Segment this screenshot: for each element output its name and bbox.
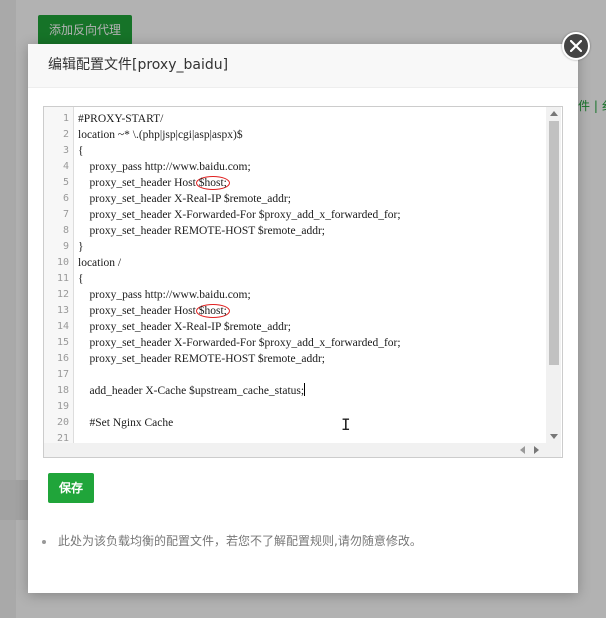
dialog-title: 编辑配置文件[proxy_baidu] — [48, 57, 229, 73]
line-number: 2 — [62, 129, 69, 140]
vertical-scroll-thumb[interactable] — [549, 121, 559, 365]
line-number: 14 — [56, 321, 69, 332]
code-text: proxy_set_header X-Real-IP $remote_addr; — [78, 193, 291, 205]
line-number: 3 — [62, 145, 69, 156]
code-text: proxy_pass http://www.baidu.com; — [78, 289, 251, 301]
code-line[interactable]: proxy_set_header Host $host; — [78, 303, 230, 319]
host-variable-highlight: $host; — [195, 176, 230, 190]
code-text: location / — [78, 257, 122, 269]
line-number: 7 — [62, 209, 69, 220]
vertical-scrollbar[interactable] — [546, 107, 561, 443]
line-number: 6 — [62, 193, 69, 204]
code-line[interactable]: { — [78, 271, 84, 287]
tip-text: 此处为该负载均衡的配置文件，若您不了解配置规则,请勿随意修改。 — [58, 534, 422, 548]
line-number-gutter: 1 2 3 4 5 6 7 8 9 10 11 12 13 14 15 16 17 18 19 20 21 — [44, 107, 74, 444]
line-number: 1 — [62, 113, 69, 124]
code-text: proxy_set_header X-Forwarded-For $proxy_… — [78, 337, 401, 349]
code-line[interactable]: add_header X-Cache $upstream_cache_statu… — [78, 383, 306, 399]
code-line[interactable]: proxy_set_header REMOTE-HOST $remote_add… — [78, 351, 325, 367]
code-line[interactable]: #PROXY-START/ — [78, 111, 163, 127]
code-editor[interactable]: 1 2 3 4 5 6 7 8 9 10 11 12 13 14 15 16 17 18 19 20 21 #PROXY… — [43, 106, 563, 458]
code-text: location ~* \.(php|jsp|cgi|asp|aspx)$ — [78, 129, 243, 141]
scroll-left-icon[interactable] — [520, 446, 525, 454]
line-number: 10 — [56, 257, 69, 268]
scroll-right-icon[interactable] — [534, 446, 539, 454]
code-text: { — [78, 145, 84, 157]
code-line[interactable]: proxy_set_header X-Real-IP $remote_addr; — [78, 319, 291, 335]
bullet-icon — [42, 539, 46, 544]
code-text: proxy_set_header REMOTE-HOST $remote_add… — [78, 353, 325, 365]
scroll-down-icon[interactable] — [550, 434, 558, 439]
code-line[interactable]: proxy_pass http://www.baidu.com; — [78, 159, 251, 175]
code-text: { — [78, 273, 84, 285]
code-line[interactable]: location ~* \.(php|jsp|cgi|asp|aspx)$ — [78, 127, 243, 143]
code-line[interactable]: { — [78, 143, 84, 159]
code-line[interactable]: location / — [78, 255, 121, 271]
line-number: 8 — [62, 225, 69, 236]
code-line[interactable]: proxy_set_header X-Forwarded-For $proxy_… — [78, 207, 401, 223]
line-number: 15 — [56, 337, 69, 348]
text-cursor-icon: I — [341, 415, 351, 434]
code-text: proxy_pass http://www.baidu.com; — [78, 161, 251, 173]
line-number: 18 — [56, 385, 69, 396]
save-button[interactable]: 保存 — [48, 473, 94, 503]
config-warning-tip: 此处为该负载均衡的配置文件，若您不了解配置规则,请勿随意修改。 — [42, 532, 422, 549]
line-number: 20 — [56, 417, 69, 428]
code-text: proxy_set_header X-Real-IP $remote_addr; — [78, 321, 291, 333]
code-text: proxy_set_header REMOTE-HOST $remote_add… — [78, 225, 325, 237]
line-number: 16 — [56, 353, 69, 364]
close-dialog-button[interactable] — [562, 32, 590, 60]
code-text: proxy_set_header X-Forwarded-For $proxy_… — [78, 209, 401, 221]
line-number: 17 — [56, 369, 69, 380]
line-number: 5 — [62, 177, 69, 188]
line-number: 9 — [62, 241, 69, 252]
dialog-header: 编辑配置文件[proxy_baidu] — [28, 44, 578, 88]
line-number: 19 — [56, 401, 69, 412]
code-line[interactable]: proxy_set_header X-Forwarded-For $proxy_… — [78, 335, 401, 351]
scroll-up-icon[interactable] — [550, 111, 558, 116]
code-line[interactable]: proxy_set_header X-Real-IP $remote_addr; — [78, 191, 291, 207]
code-text: proxy_set_header Host — [78, 305, 199, 317]
code-line[interactable]: proxy_pass http://www.baidu.com; — [78, 287, 251, 303]
edit-config-dialog: 编辑配置文件[proxy_baidu] 1 2 3 4 5 6 7 8 9 10 11 12 13 14 1… — [28, 44, 578, 593]
code-text: proxy_set_header Host — [78, 177, 199, 189]
host-variable-highlight: $host; — [195, 304, 230, 318]
code-line[interactable]: proxy_set_header REMOTE-HOST $remote_add… — [78, 223, 325, 239]
code-content[interactable]: #PROXY-START/location ~* \.(php|jsp|cgi|… — [78, 107, 544, 443]
code-text: } — [78, 241, 84, 253]
code-text: #PROXY-START/ — [78, 113, 164, 125]
code-line[interactable]: } — [78, 239, 84, 255]
line-number: 11 — [56, 273, 69, 284]
code-line[interactable]: proxy_set_header Host $host; — [78, 175, 230, 191]
code-text: #Set Nginx Cache — [78, 417, 174, 429]
code-text: add_header X-Cache $upstream_cache_statu… — [78, 385, 305, 397]
close-icon — [570, 40, 582, 52]
code-line[interactable]: #Set Nginx Cache — [78, 415, 174, 431]
line-number: 4 — [62, 161, 69, 172]
line-number: 13 — [56, 305, 69, 316]
text-caret — [304, 383, 306, 396]
line-number: 12 — [56, 289, 69, 300]
horizontal-scrollbar[interactable] — [44, 443, 561, 457]
